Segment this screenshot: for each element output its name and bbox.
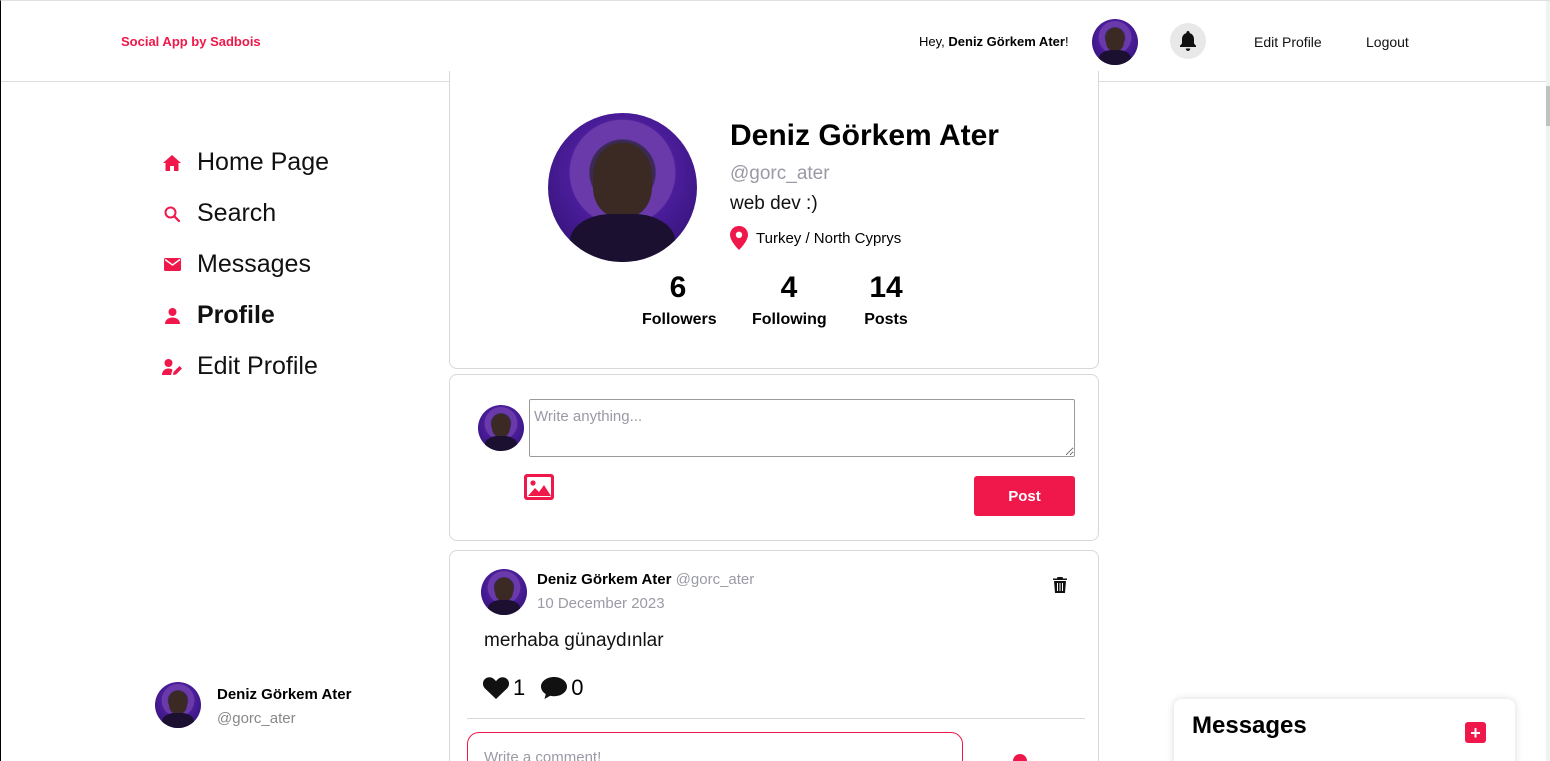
profile-location: Turkey / North Cyprys — [730, 226, 901, 250]
post-date: 10 December 2023 — [537, 595, 665, 612]
home-icon — [161, 152, 183, 174]
trash-icon — [1053, 577, 1067, 593]
post-card: Deniz Görkem Ater @gorc_ater 10 December… — [449, 550, 1099, 761]
sidebar-item-label: Search — [197, 199, 277, 227]
compose-card: Post — [449, 374, 1099, 541]
search-icon — [161, 203, 183, 225]
like-count: 1 — [513, 675, 526, 700]
comment-button[interactable]: 0 — [541, 675, 584, 701]
comment-count: 0 — [571, 675, 584, 700]
compose-avatar — [478, 405, 524, 451]
post-button[interactable]: Post — [974, 476, 1075, 516]
stat-posts[interactable]: 14 Posts — [862, 271, 910, 329]
mail-icon — [161, 254, 183, 276]
stat-value: 6 — [669, 271, 687, 304]
send-comment-button[interactable] — [1013, 754, 1027, 761]
stat-followers[interactable]: 6 Followers — [642, 271, 717, 329]
post-author-name: Deniz Görkem Ater — [537, 571, 672, 588]
logout-link[interactable]: Logout — [1366, 34, 1409, 50]
bell-icon — [1180, 31, 1196, 51]
stat-value: 14 — [869, 271, 903, 304]
sidebar-nav: Home Page Search Messages Profile Edit P… — [161, 137, 329, 392]
new-message-button[interactable]: + — [1465, 722, 1486, 743]
sidebar-item-profile[interactable]: Profile — [161, 290, 329, 341]
delete-post-button[interactable] — [1053, 577, 1067, 598]
post-author-avatar[interactable] — [481, 569, 527, 615]
avatar — [155, 682, 201, 728]
location-pin-icon — [730, 226, 748, 250]
divider — [467, 718, 1085, 719]
sidebar-item-messages[interactable]: Messages — [161, 239, 329, 290]
sidebar-item-label: Messages — [197, 250, 311, 278]
messages-panel[interactable]: Messages + — [1174, 699, 1515, 761]
current-user-name: Deniz Görkem Ater — [217, 686, 352, 703]
greeting-name: Deniz Görkem Ater — [948, 34, 1065, 49]
comment-input[interactable] — [467, 732, 963, 761]
sidebar-item-home[interactable]: Home Page — [161, 137, 329, 188]
post-author[interactable]: Deniz Görkem Ater @gorc_ater — [537, 571, 754, 588]
profile-card: Deniz Görkem Ater @gorc_ater web dev :) … — [449, 71, 1099, 369]
image-upload-icon[interactable] — [523, 473, 555, 503]
sidebar-item-label: Home Page — [197, 148, 330, 176]
profile-bio: web dev :) — [730, 193, 818, 214]
stat-label: Following — [752, 311, 827, 328]
comment-icon — [541, 677, 568, 699]
sidebar-item-search[interactable]: Search — [161, 188, 329, 239]
compose-input[interactable] — [529, 399, 1075, 457]
post-text: merhaba günaydınlar — [484, 630, 664, 651]
messages-panel-title: Messages — [1192, 712, 1307, 739]
stat-value: 4 — [780, 271, 798, 304]
stat-label: Followers — [642, 311, 717, 328]
sidebar-item-label: Edit Profile — [197, 352, 318, 380]
stat-following[interactable]: 4 Following — [752, 271, 827, 329]
greeting: Hey, Deniz Görkem Ater! — [919, 34, 1069, 49]
user-icon — [161, 305, 183, 327]
heart-icon — [483, 677, 509, 699]
profile-handle: @gorc_ater — [730, 163, 830, 184]
notifications-button[interactable] — [1170, 23, 1206, 59]
post-author-handle: @gorc_ater — [675, 571, 755, 588]
sidebar-item-label: Profile — [197, 301, 275, 329]
like-button[interactable]: 1 — [483, 675, 525, 701]
post-reactions: 1 0 — [483, 675, 600, 701]
header-avatar[interactable] — [1092, 19, 1138, 65]
user-edit-icon — [161, 356, 183, 378]
profile-avatar — [548, 113, 697, 262]
app-brand[interactable]: Social App by Sadbois — [121, 34, 261, 49]
stat-label: Posts — [864, 311, 908, 328]
profile-name: Deniz Görkem Ater — [730, 119, 999, 152]
header-edit-profile-link[interactable]: Edit Profile — [1254, 34, 1322, 50]
current-user-handle: @gorc_ater — [217, 710, 296, 727]
page-scrollbar[interactable] — [1546, 1, 1550, 761]
sidebar-item-edit-profile[interactable]: Edit Profile — [161, 341, 329, 392]
profile-location-text: Turkey / North Cyprys — [756, 229, 902, 247]
top-bar: Social App by Sadbois Hey, Deniz Görkem … — [1, 1, 1547, 82]
